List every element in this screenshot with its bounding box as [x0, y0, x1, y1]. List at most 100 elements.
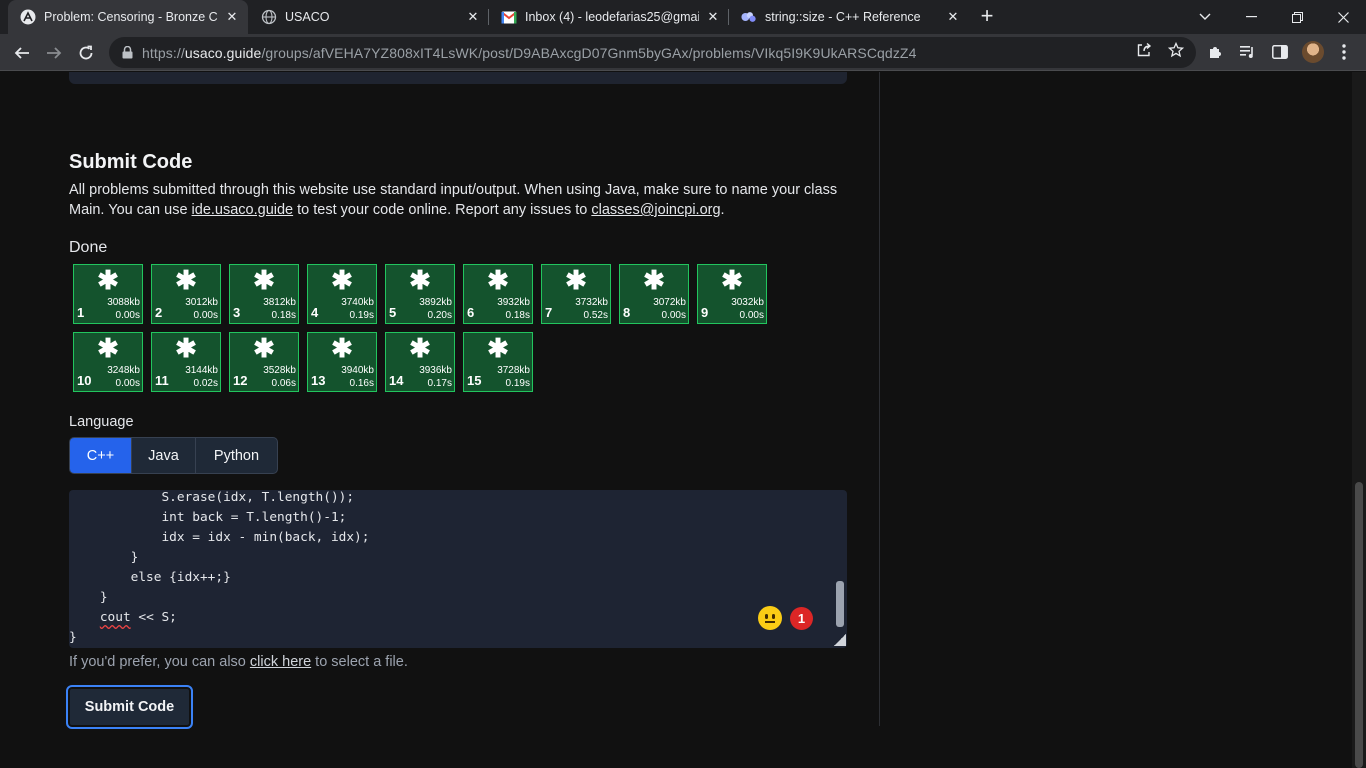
test-case-result: ✱ 2 3012kb 0.00s — [151, 264, 221, 324]
passed-asterisk-icon: ✱ — [643, 265, 665, 295]
close-tab-icon[interactable]: ✕ — [465, 9, 481, 25]
tab-usaco[interactable]: USACO ✕ — [249, 0, 489, 34]
code-line-error: cout << S; — [99, 610, 177, 625]
error-squiggle: cout — [99, 610, 131, 625]
previous-section-block — [69, 72, 847, 84]
test-case-number: 14 — [389, 373, 404, 388]
close-tab-icon[interactable]: ✕ — [705, 9, 721, 25]
restore-button[interactable] — [1274, 0, 1320, 34]
test-case-number: 8 — [623, 305, 631, 320]
reload-button[interactable] — [72, 39, 100, 67]
passed-asterisk-icon: ✱ — [253, 333, 275, 363]
side-panel-icon[interactable] — [1270, 42, 1290, 62]
bookmark-star-icon[interactable] — [1167, 41, 1185, 59]
resize-handle-icon[interactable] — [834, 634, 846, 646]
chevron-down-icon — [1199, 13, 1211, 20]
close-tab-icon[interactable]: ✕ — [224, 9, 240, 25]
ide-link[interactable]: ide.usaco.guide — [192, 202, 294, 218]
test-case-memory: 3072kb — [653, 297, 686, 308]
passed-asterisk-icon: ✱ — [487, 265, 509, 295]
test-case-number: 13 — [311, 373, 326, 388]
test-case-result: ✱ 6 3932kb 0.18s — [463, 264, 533, 324]
test-case-time: 0.06s — [271, 378, 296, 389]
passed-asterisk-icon: ✱ — [175, 333, 197, 363]
test-case-result: ✱ 13 3940kb 0.16s — [307, 332, 377, 392]
test-case-memory: 3248kb — [107, 365, 140, 376]
tab-censoring[interactable]: Problem: Censoring - Bronze Clas ✕ — [8, 0, 248, 34]
test-case-time: 0.20s — [427, 310, 452, 321]
test-case-result: ✱ 15 3728kb 0.19s — [463, 332, 533, 392]
code-editor[interactable]: S.erase(idx, T.length()); int back = T.l… — [69, 490, 847, 648]
code-line: idx = idx - min(back, idx); — [69, 530, 370, 545]
usaco-guide-icon — [20, 9, 36, 25]
new-tab-button[interactable]: + — [975, 5, 999, 29]
neutral-face-icon[interactable] — [758, 606, 782, 630]
minimize-button[interactable] — [1228, 0, 1274, 34]
address-bar[interactable]: https://usaco.guide/groups/afVEHA7YZ808x… — [109, 37, 1196, 68]
column-divider — [879, 72, 880, 726]
browser-tab-strip: Problem: Censoring - Bronze Clas ✕ USACO… — [0, 0, 1366, 34]
test-case-number: 9 — [701, 305, 709, 320]
test-case-number: 1 — [77, 305, 85, 320]
tab-cpp-reference[interactable]: string::size - C++ Reference ✕ — [729, 0, 969, 34]
test-case-time: 0.00s — [193, 310, 218, 321]
tab-title: USACO — [285, 10, 330, 24]
test-case-result: ✱ 8 3072kb 0.00s — [619, 264, 689, 324]
reload-icon — [79, 45, 93, 60]
passed-asterisk-icon: ✱ — [409, 265, 431, 295]
test-case-time: 0.18s — [271, 310, 296, 321]
code-line: int back = T.length()-1; — [69, 510, 347, 525]
error-count-badge[interactable]: 1 — [790, 607, 813, 630]
media-queue-icon[interactable] — [1238, 42, 1258, 62]
test-case-time: 0.16s — [349, 378, 374, 389]
test-case-time: 0.19s — [349, 310, 374, 321]
globe-icon — [261, 9, 277, 25]
profile-avatar[interactable] — [1302, 41, 1324, 63]
gmail-icon — [501, 9, 517, 25]
test-case-number: 11 — [155, 373, 169, 388]
test-case-number: 5 — [389, 305, 397, 320]
language-java-button[interactable]: Java — [132, 438, 196, 473]
code-line: } — [69, 630, 77, 645]
tab-gmail[interactable]: Inbox (4) - leodefarias25@gmail.c ✕ — [489, 0, 729, 34]
test-case-result: ✱ 3 3812kb 0.18s — [229, 264, 299, 324]
forward-button[interactable] — [40, 39, 68, 67]
test-case-memory: 3144kb — [185, 365, 218, 376]
close-tab-icon[interactable]: ✕ — [945, 9, 961, 25]
test-case-time: 0.19s — [505, 378, 530, 389]
share-icon[interactable] — [1135, 41, 1153, 59]
arrow-right-icon — [47, 47, 62, 59]
submit-code-button[interactable]: Submit Code — [66, 685, 193, 729]
test-case-time: 0.00s — [739, 310, 764, 321]
kebab-menu-icon[interactable] — [1334, 42, 1354, 62]
extensions-puzzle-icon[interactable] — [1206, 42, 1226, 62]
page-content: Submit Code All problems submitted throu… — [0, 72, 1366, 768]
language-cpp-button[interactable]: C++ — [70, 438, 132, 473]
test-case-result: ✱ 12 3528kb 0.06s — [229, 332, 299, 392]
test-case-memory: 3088kb — [107, 297, 140, 308]
test-case-number: 6 — [467, 305, 475, 320]
tab-search-button[interactable] — [1182, 0, 1228, 34]
page-scrollbar-thumb[interactable] — [1355, 482, 1363, 768]
email-link[interactable]: classes@joincpi.org — [591, 202, 720, 218]
lock-icon[interactable] — [120, 46, 134, 59]
test-case-number: 2 — [155, 305, 163, 320]
passed-asterisk-icon: ✱ — [253, 265, 275, 295]
back-button[interactable] — [8, 39, 36, 67]
passed-asterisk-icon: ✱ — [97, 265, 119, 295]
passed-asterisk-icon: ✱ — [409, 333, 431, 363]
passed-asterisk-icon: ✱ — [487, 333, 509, 363]
language-label: Language — [69, 414, 134, 430]
tab-title: string::size - C++ Reference — [765, 10, 921, 24]
close-window-button[interactable] — [1320, 0, 1366, 34]
url-text: https://usaco.guide/groups/afVEHA7YZ808x… — [142, 44, 917, 61]
test-case-number: 15 — [467, 373, 482, 388]
arrow-left-icon — [14, 47, 29, 59]
submit-description: All problems submitted through this webs… — [69, 182, 838, 218]
editor-scrollbar[interactable] — [836, 581, 844, 627]
test-case-memory: 3728kb — [497, 365, 530, 376]
code-line: else {idx++;} — [69, 570, 231, 585]
language-python-button[interactable]: Python — [196, 438, 277, 473]
test-case-memory: 3940kb — [341, 365, 374, 376]
select-file-link[interactable]: click here — [250, 654, 311, 670]
